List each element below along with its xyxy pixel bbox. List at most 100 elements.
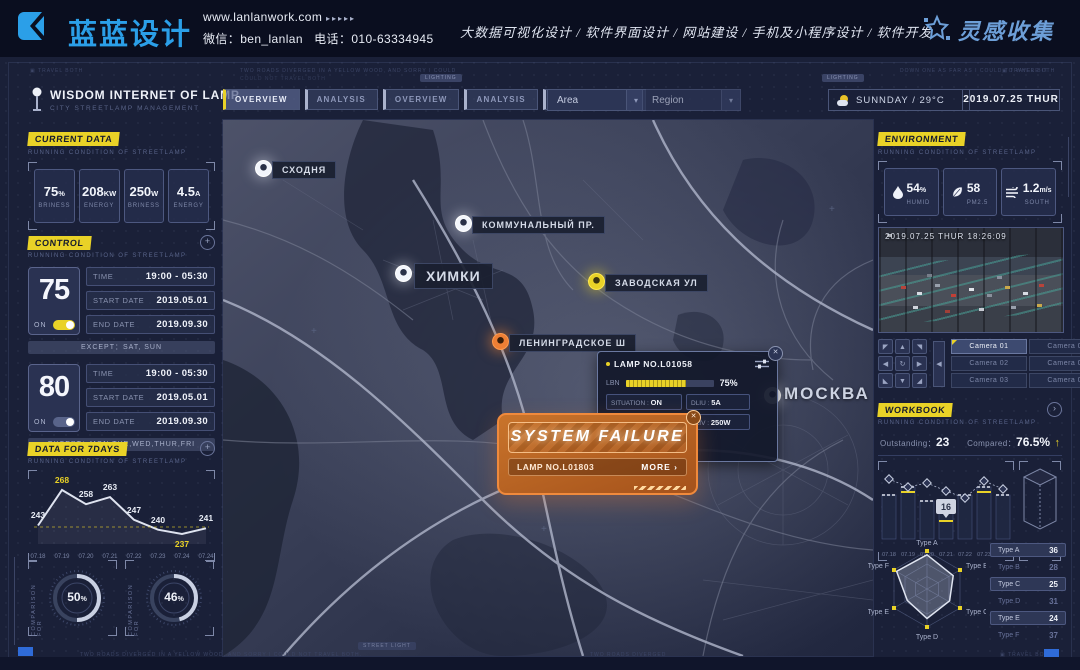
legend-type-d[interactable]: Type D31 xyxy=(990,594,1066,608)
panel-radar: Type A Type B Type C Type D Type E Type … xyxy=(868,535,1068,647)
control-add-button[interactable]: + xyxy=(200,235,215,250)
power-toggle-1[interactable] xyxy=(53,320,75,330)
camera-feed[interactable]: 2019.07.25 THUR 18:26:09 xyxy=(878,227,1064,333)
week-chart-add-button[interactable]: + xyxy=(200,441,215,456)
stat-briness-pct: 75%BRINESS xyxy=(34,169,75,223)
tab-analysis-1[interactable]: ANALYSIS xyxy=(305,89,378,110)
tab-overview-1[interactable]: OVERVIEW xyxy=(223,89,300,110)
stat-briness-w: 250WBRINESS xyxy=(124,169,165,223)
camera-06-button[interactable]: Camera 06 xyxy=(1029,373,1080,388)
time-row-2[interactable]: TIME19:00 - 05:30 xyxy=(86,364,215,383)
tab-overview-2[interactable]: OVERVIEW xyxy=(383,89,460,110)
camera-04-button[interactable]: Camera 04 xyxy=(1029,339,1080,354)
pan-downright-button[interactable]: ◢ xyxy=(912,373,927,388)
wind-icon xyxy=(1006,187,1019,198)
decor-top-5: COULD NOT TRAVEL BOTH xyxy=(240,76,326,82)
camera-01-button[interactable]: Camera 01 xyxy=(951,339,1027,354)
svg-text:263: 263 xyxy=(103,482,117,492)
pan-right-button[interactable]: ▶ xyxy=(912,356,927,371)
contact-line: 微信：ben_lanlan 电话：010-63334945 xyxy=(203,30,434,47)
legend-type-a[interactable]: Type A36 xyxy=(990,543,1066,557)
workbook-next-button[interactable]: › xyxy=(1047,402,1062,417)
inspiration-star-icon xyxy=(922,14,952,44)
dashboard: ▣ TRAVEL BOTH TWO ROADS DIVERGED IN A YE… xyxy=(0,57,1080,670)
collect-label[interactable]: 灵感收集 xyxy=(958,14,1054,46)
legend-type-e[interactable]: Type E24 xyxy=(990,611,1066,625)
weather-text: SUNNDAY / 29°C xyxy=(856,95,945,106)
map-label-zavodskaya[interactable]: ЗАВОДСКАЯ УЛ xyxy=(605,274,708,292)
pan-left-button[interactable]: ◀ xyxy=(878,356,893,371)
panel-camera: 2019.07.25 THUR 18:26:09 ◤ ▲ ◥ ◀ ↻ ▶ ◣ ▼… xyxy=(878,227,1062,389)
pan-upleft-button[interactable]: ◤ xyxy=(878,339,893,354)
current-data-subtitle: RUNNING CONDITION OF STREETLAMP xyxy=(28,150,215,156)
svg-text:16: 16 xyxy=(941,502,951,512)
lbn-value: 75% xyxy=(720,378,738,388)
end-date-row-1[interactable]: END DATE2019.09.30 xyxy=(86,315,215,334)
map-label-leningradskoe[interactable]: ЛЕНИНГРАДСКОЕ Ш xyxy=(509,334,636,352)
gauge-1: COMPARISON FOR 50% xyxy=(28,560,117,636)
pan-down-button[interactable]: ▼ xyxy=(895,373,910,388)
alert-close-icon[interactable]: ✕ xyxy=(686,410,701,425)
environment-subtitle: RUNNING CONDITION OF STREETLAMP xyxy=(878,150,1062,156)
map-pin-leningradskoe[interactable] xyxy=(492,333,509,350)
compared-value: 76.5% xyxy=(1016,435,1050,449)
services-line: 大数据可视化设计 / 软件界面设计 / 网站建设 / 手机及小程序设计 / 软件… xyxy=(460,22,932,41)
camera-02-button[interactable]: Camera 02 xyxy=(951,356,1027,371)
svg-text:241: 241 xyxy=(199,513,213,523)
panel-environment: ENVIRONMENT RUNNING CONDITION OF STREETL… xyxy=(878,129,1062,223)
svg-text:Type F: Type F xyxy=(868,563,889,570)
lbn-progressbar xyxy=(626,380,714,387)
svg-text:268: 268 xyxy=(55,475,69,485)
start-date-row-1[interactable]: START DATE2019.05.01 xyxy=(86,291,215,310)
map-pin-khimki[interactable] xyxy=(395,265,412,282)
cube-wireframe-icon xyxy=(1022,467,1058,537)
stat-energy-kw: 208KWENERGY xyxy=(79,169,120,223)
map-label-skhodnya[interactable]: СХОДНЯ xyxy=(272,161,336,179)
map-pin-skhodnya[interactable] xyxy=(255,160,272,177)
gauge-2-value: 46% xyxy=(149,590,199,604)
map-label-khimki[interactable]: ХИМКИ xyxy=(414,263,493,289)
page-subtitle: CITY STREETLAMP MANAGEMENT xyxy=(50,105,200,112)
pan-upright-button[interactable]: ◥ xyxy=(912,339,927,354)
region-select[interactable]: Region ▾ xyxy=(642,89,741,111)
legend-type-f[interactable]: Type F37 xyxy=(990,628,1066,642)
alert-more-button[interactable]: MORE › xyxy=(641,462,678,472)
blue-accent-left xyxy=(18,647,33,656)
week-line-chart: 243 268 258 263 247 240 237 241 07.18 07… xyxy=(28,470,215,562)
brightness-box-1: 75 ON xyxy=(28,267,80,335)
popup-cell-dliu: DLIU : 5A xyxy=(686,394,750,410)
map-pin-kommunalny[interactable] xyxy=(455,215,472,232)
lbn-label: LBN xyxy=(606,380,620,387)
camera-03-button[interactable]: Camera 03 xyxy=(951,373,1027,388)
start-date-row-2[interactable]: START DATE2019.05.01 xyxy=(86,388,215,407)
svg-text:Type C: Type C xyxy=(966,609,986,616)
current-data-badge: CURRENT DATA xyxy=(27,132,120,146)
tab-analysis-2[interactable]: ANALYSIS xyxy=(464,89,537,110)
sliders-icon[interactable] xyxy=(755,359,769,369)
control-subtitle: RUNNING CONDITION OF STREETLAMP xyxy=(28,253,215,259)
map-label-kommunalny[interactable]: КОММУНАЛЬНЫЙ ПР. xyxy=(472,216,605,234)
popup-title: LAMP NO.L01058 xyxy=(606,359,693,369)
legend-type-c[interactable]: Type C25 xyxy=(990,577,1066,591)
time-row-1[interactable]: TIME19:00 - 05:30 xyxy=(86,267,215,286)
legend-type-b[interactable]: Type B28 xyxy=(990,560,1066,574)
camera-05-button[interactable]: Camera 05 xyxy=(1029,356,1080,371)
refresh-button[interactable]: ↻ xyxy=(895,356,910,371)
end-date-row-2[interactable]: END DATE2019.09.30 xyxy=(86,412,215,431)
status-dot xyxy=(606,362,610,366)
camera-list-prev-button[interactable]: ◀ xyxy=(933,341,945,387)
workbook-stats: Outstanding：23 Compared：76.5% ↑ xyxy=(878,431,1062,456)
map-pin-zavodskaya[interactable] xyxy=(588,273,605,290)
week-chart-badge: DATA FOR 7DAYS xyxy=(27,442,127,456)
area-select[interactable]: Area ▾ xyxy=(547,89,646,111)
power-toggle-2[interactable] xyxy=(53,417,75,427)
leaf-icon xyxy=(952,186,963,199)
environment-badge: ENVIRONMENT xyxy=(877,132,966,146)
chevron-down-icon: ▾ xyxy=(721,90,740,110)
pan-downleft-button[interactable]: ◣ xyxy=(878,373,893,388)
site-url[interactable]: www.lanlanwork.com ▸▸▸▸▸ xyxy=(203,10,356,24)
state-label-2: ON xyxy=(34,419,47,426)
popup-close-icon[interactable]: ✕ xyxy=(768,346,783,361)
right-edge-rule xyxy=(1068,137,1069,197)
pan-up-button[interactable]: ▲ xyxy=(895,339,910,354)
